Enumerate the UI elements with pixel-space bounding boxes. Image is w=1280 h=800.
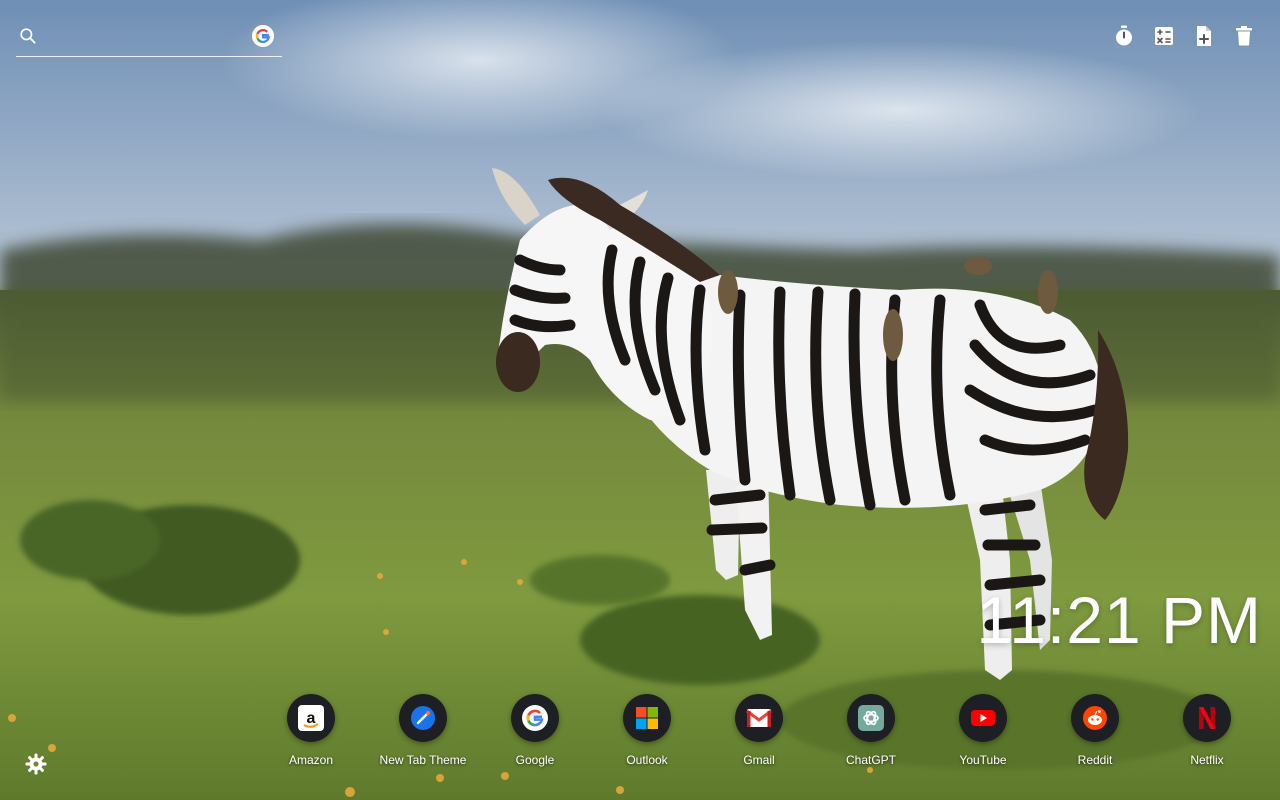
shortcut-label: YouTube	[959, 753, 1007, 767]
outlook-icon	[636, 707, 658, 729]
google-icon	[522, 705, 548, 731]
shortcut-label: Gmail	[743, 753, 775, 767]
add-document-icon[interactable]	[1192, 24, 1216, 48]
search-bar	[16, 20, 282, 57]
reddit-icon	[1083, 706, 1107, 730]
stopwatch-icon[interactable]	[1112, 24, 1136, 48]
shortcut-netflix[interactable]: Netflix	[1151, 694, 1263, 767]
trash-icon[interactable]	[1232, 24, 1256, 48]
gmail-icon	[746, 709, 772, 727]
shortcut-chatgpt[interactable]: ChatGPT	[815, 694, 927, 767]
shortcut-gmail[interactable]: Gmail	[703, 694, 815, 767]
svg-text:a: a	[307, 710, 316, 727]
search-icon	[20, 28, 36, 44]
shortcut-youtube[interactable]: YouTube	[927, 694, 1039, 767]
shortcut-label: New Tab Theme	[379, 753, 467, 767]
calculator-icon[interactable]	[1152, 24, 1176, 48]
toolbar	[1112, 24, 1256, 48]
shortcut-label: Amazon	[288, 753, 334, 767]
new-tab-theme-icon	[411, 706, 435, 730]
shortcuts-dock: a Amazon New Tab Theme Google Outlook Gm…	[255, 694, 1263, 767]
shortcut-label: Netflix	[1190, 753, 1224, 767]
clock-display: 11:21 PM	[976, 583, 1262, 657]
shortcut-outlook[interactable]: Outlook	[591, 694, 703, 767]
youtube-icon	[971, 710, 995, 726]
shortcut-label: Outlook	[626, 753, 668, 767]
shortcut-label: Google	[515, 753, 555, 767]
shortcut-amazon[interactable]: a Amazon	[255, 694, 367, 767]
shortcut-reddit[interactable]: Reddit	[1039, 694, 1151, 767]
search-input[interactable]	[48, 24, 248, 52]
shortcut-new-tab-theme[interactable]: New Tab Theme	[367, 694, 479, 767]
shortcut-google[interactable]: Google	[479, 694, 591, 767]
chatgpt-icon	[858, 705, 884, 731]
background-wallpaper	[0, 0, 1280, 800]
shortcut-label: Reddit	[1077, 753, 1113, 767]
settings-gear-icon[interactable]	[24, 752, 48, 776]
google-search-engine-icon[interactable]	[252, 25, 274, 47]
amazon-icon: a	[298, 705, 324, 731]
netflix-icon	[1199, 707, 1215, 729]
shortcut-label: ChatGPT	[845, 753, 896, 767]
